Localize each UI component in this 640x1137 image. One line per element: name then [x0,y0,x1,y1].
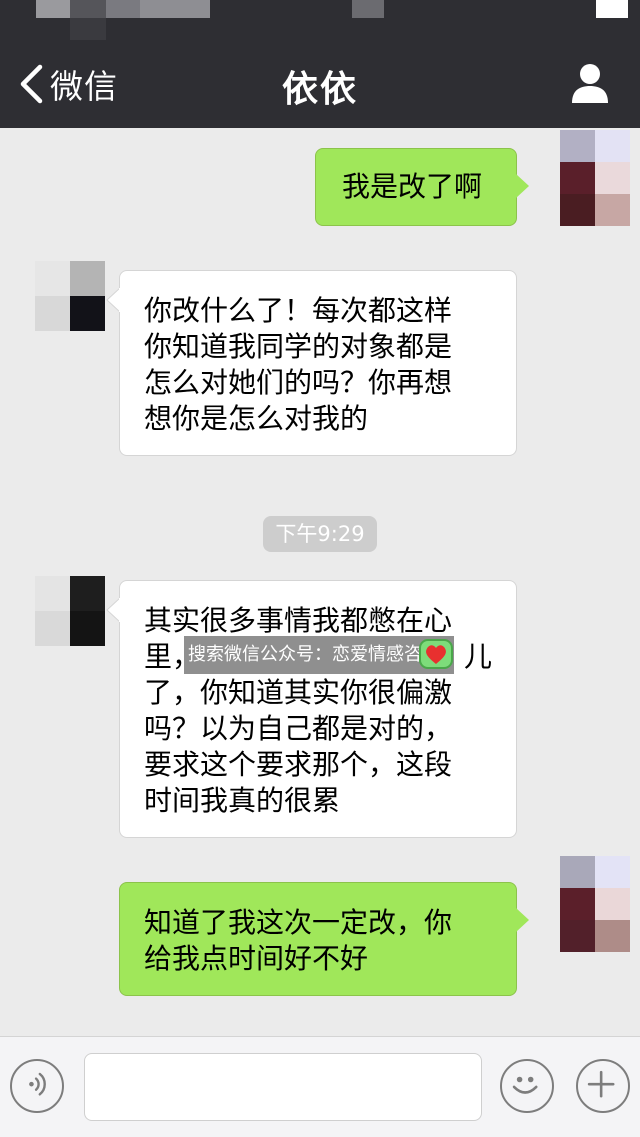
bubble-tail [516,908,529,932]
message-line: 怎么对她们的吗？你再想 [144,366,453,399]
message-bubble-in[interactable]: 你改什么了！每次都这样 你知道我同学的对象都是 怎么对她们的吗？你再想 想你是怎… [119,270,517,456]
chat-area: 我是改了啊 你改什么了！每次都这样 你知道我同学的对象都是 怎么对她们的吗？你再… [0,128,640,1036]
message-text: 我是改了啊 [342,170,483,203]
message-line: 你改什么了！每次都这样 [144,294,453,327]
message-line-end: 儿 [463,640,492,673]
timestamp: 下午9:29 [263,516,377,552]
contact-avatar[interactable] [35,576,105,646]
message-bubble-in[interactable]: 其实很多事情我都憋在心 里， 儿 了，你知道其实你很偏激 吗？以为自己都是对的，… [119,580,517,838]
message-line: 要求这个要求那个，这段 [144,748,453,781]
my-avatar[interactable] [560,856,630,952]
person-icon[interactable] [570,62,610,104]
message-line: 给我点时间好不好 [144,942,369,975]
message-bubble-out[interactable]: 我是改了啊 [315,148,517,226]
more-button[interactable] [576,1059,630,1113]
message-line: 时间我真的很累 [144,784,341,817]
message-line: 想你是怎么对我的 [144,402,369,435]
bubble-tail [106,288,120,312]
bubble-tail [516,174,529,198]
contact-avatar[interactable] [35,261,105,331]
heart-chat-icon [419,639,453,669]
my-avatar[interactable] [560,130,630,226]
emoji-icon [512,1076,538,1094]
nav-bar: 微信 依依 [0,40,640,128]
message-line: 吗？以为自己都是对的， [144,712,453,745]
voice-button[interactable] [10,1059,64,1113]
message-line: 知道了我这次一定改，你 [144,906,453,939]
message-line: 你知道我同学的对象都是 [144,330,453,363]
bubble-tail [106,598,120,622]
input-bar [0,1036,640,1137]
message-line: 了，你知道其实你很偏激 [144,676,453,709]
voice-icon [29,1072,46,1096]
message-input[interactable] [84,1053,482,1121]
message-bubble-out[interactable]: 知道了我这次一定改，你 给我点时间好不好 [119,882,517,996]
chat-title: 依依 [281,69,358,110]
message-line: 其实很多事情我都憋在心 [144,604,453,637]
status-bar [0,0,640,40]
watermark-overlay: 搜索微信公众号：恋爱情感咨询 [184,636,454,674]
emoji-button[interactable] [500,1059,554,1113]
plus-icon [587,1070,615,1098]
